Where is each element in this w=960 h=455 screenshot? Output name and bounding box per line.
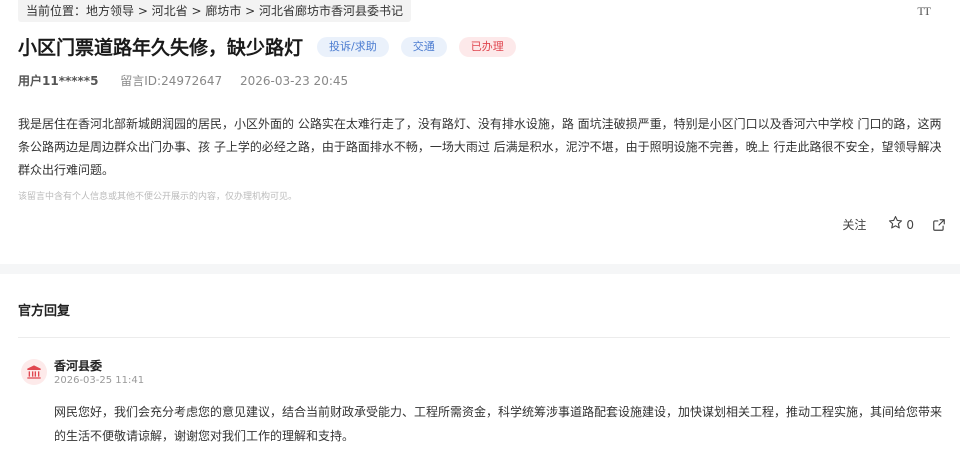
divider bbox=[18, 337, 950, 338]
share-icon[interactable] bbox=[932, 218, 946, 232]
page-title: 小区门票道路年久失修，缺少路灯 bbox=[18, 37, 304, 59]
follow-button[interactable]: 关注 bbox=[842, 216, 866, 233]
font-size-icon[interactable]: TT bbox=[917, 4, 931, 19]
message-actions: 关注 0 bbox=[842, 215, 946, 234]
message-id: 留言ID:24972647 bbox=[120, 74, 223, 88]
tag-domain[interactable]: 交通 bbox=[400, 36, 447, 57]
message-meta: 用户11*****5 留言ID:24972647 2026-03-23 20:4… bbox=[18, 72, 348, 89]
government-building-icon bbox=[21, 359, 47, 385]
reply-content: 网民您好，我们会充分考虑您的意见建议，结合当前财政承受能力、工程所需资金，科学统… bbox=[54, 405, 943, 443]
star-icon[interactable] bbox=[888, 215, 903, 234]
user-name: 用户11*****5 bbox=[18, 74, 99, 88]
reply-date: 2026-03-25 11:41 bbox=[54, 375, 145, 386]
star-count: 0 bbox=[906, 217, 914, 232]
title-row: 小区门票道路年久失修，缺少路灯 投诉/求助 交通 已办理 bbox=[18, 33, 528, 60]
reply-author: 香河县委 bbox=[54, 359, 103, 373]
breadcrumb[interactable]: 当前位置：地方领导 > 河北省 > 廊坊市 > 河北省廊坊市香河县委书记 bbox=[18, 0, 412, 22]
section-divider bbox=[0, 264, 960, 274]
message-content: 我是居住在香河北部新城朗润园的居民，小区外面的 公路实在太难行走了，没有路灯、没… bbox=[18, 117, 942, 177]
privacy-note: 该留言中含有个人信息或其他不便公开展示的内容，仅办理机构可见。 bbox=[18, 192, 298, 202]
reply-section-title: 官方回复 bbox=[18, 304, 71, 319]
tag-category[interactable]: 投诉/求助 bbox=[317, 36, 389, 57]
status-badge: 已办理 bbox=[458, 36, 516, 57]
message-datetime: 2026-03-23 20:45 bbox=[240, 74, 349, 88]
